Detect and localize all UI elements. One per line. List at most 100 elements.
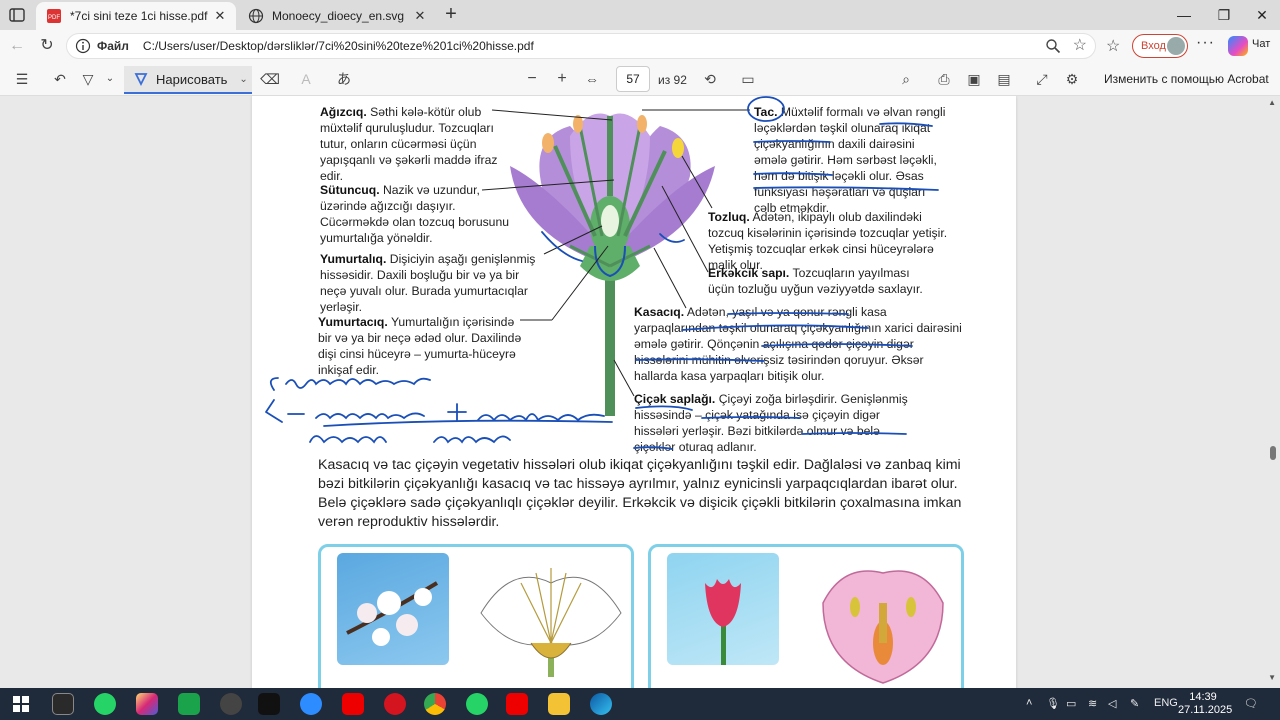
chrome-icon[interactable] [424, 693, 446, 715]
instagram-icon[interactable] [136, 693, 158, 715]
whatsapp-icon-2[interactable] [466, 693, 488, 715]
edge-icon[interactable] [590, 693, 612, 715]
save-icon[interactable]: ▣ [964, 70, 984, 88]
zoom-icon[interactable] [1045, 38, 1061, 54]
tiktok-icon[interactable] [258, 693, 280, 715]
file-scheme-label: Файл [97, 39, 129, 53]
draw-pen-icon [134, 73, 148, 86]
signin-label: Вход [1141, 40, 1166, 52]
tab-strip: PDF *7ci sini teze 1ci hisse.pdf ✕ Monoe… [0, 0, 1280, 30]
language-indicator[interactable]: ENG [1154, 697, 1178, 709]
youtube-icon-2[interactable] [506, 693, 528, 715]
close-tab-icon[interactable]: ✕ [410, 8, 430, 24]
info-icon[interactable] [75, 38, 91, 54]
clock[interactable]: 14:39 27.11.2025 [1178, 691, 1233, 717]
maximize-button[interactable]: ❐ [1204, 2, 1244, 28]
more-menu-icon[interactable]: ··· [1196, 34, 1215, 52]
chevron-down-icon: ⌄ [239, 73, 248, 85]
fit-page-icon[interactable]: ⇔ [582, 70, 602, 88]
read-aloud-icon[interactable]: あ [334, 70, 354, 88]
draw-button[interactable]: Нарисовать ⌄ [124, 66, 252, 94]
illustration-card-cherry [318, 544, 634, 688]
tray-chevron-icon[interactable]: ˄ [1026, 697, 1032, 709]
zoom-out-icon[interactable]: − [522, 70, 542, 88]
draw-label: Нарисовать [156, 71, 228, 87]
search-icon[interactable]: ⌕ [896, 70, 916, 88]
notification-icon[interactable]: 🗨 [1244, 697, 1258, 710]
copilot-icon[interactable] [1228, 36, 1248, 56]
favorites-icon[interactable]: ☆ [1106, 36, 1120, 56]
address-row: ← ↻ Файл C:/Users/user/Desktop/dərsliklə… [0, 30, 1280, 62]
fullscreen-icon[interactable]: ⤢ [1032, 70, 1052, 88]
print-icon[interactable]: ⎙ [934, 70, 954, 88]
illustration-card-tulip [648, 544, 964, 688]
tab-actions-icon[interactable] [8, 6, 26, 24]
eraser-icon[interactable]: ⌫ [260, 70, 280, 88]
youtube-icon[interactable] [342, 693, 364, 715]
new-tab-button[interactable]: + [440, 3, 462, 25]
vertical-scrollbar[interactable]: ▲ ▼ [1268, 96, 1276, 684]
battery-icon[interactable]: ▭ [1066, 697, 1076, 710]
file-explorer-icon[interactable] [548, 693, 570, 715]
tulip-flower-section [822, 570, 944, 684]
contents-icon[interactable]: ☰ [12, 70, 32, 88]
pdf-toolbar: ☰ ↶ ▽ ⌄ Нарисовать ⌄ ⌫ A あ − + ⇔ 57 из 9… [0, 62, 1280, 96]
url-text[interactable]: C:/Users/user/Desktop/dərsliklər/7ci%20s… [143, 39, 534, 53]
text-icon[interactable]: A [296, 70, 316, 88]
favorite-star-icon[interactable]: ☆ [1073, 37, 1087, 55]
minimize-button[interactable]: — [1164, 2, 1204, 28]
whatsapp-icon[interactable] [94, 693, 116, 715]
cherry-flower-section [480, 568, 622, 677]
svg-text:PDF: PDF [48, 15, 60, 21]
taskbar: ˄ 🎙 ▭ ≋ ◁ ✎ ENG 14:39 27.11.2025 🗨 [0, 688, 1280, 720]
pdf-page: Ağızcıq. Səthi kələ-kötür olub müxtəlif … [252, 96, 1016, 688]
reload-button[interactable]: ↻ [36, 35, 58, 57]
tab-pdf[interactable]: PDF *7ci sini teze 1ci hisse.pdf ✕ [36, 2, 236, 30]
page-view-icon[interactable]: ▭ [738, 70, 758, 88]
page-number-input[interactable]: 57 [616, 66, 650, 92]
scrollbar-thumb[interactable] [1270, 446, 1276, 460]
tab-title: *7ci sini teze 1ci hisse.pdf [70, 9, 208, 23]
rotate-icon[interactable]: ⟲ [700, 70, 720, 88]
close-window-button[interactable]: ✕ [1242, 2, 1280, 28]
highlight-icon[interactable]: ▽ [78, 70, 98, 88]
security-icon[interactable] [52, 693, 74, 715]
edit-with-acrobat-button[interactable]: Изменить с помощью Acrobat [1104, 72, 1269, 86]
avatar [1167, 37, 1185, 55]
ink-workspace-icon[interactable]: ✎ [1130, 697, 1139, 710]
volume-icon[interactable]: ◁ [1108, 697, 1116, 710]
back-button[interactable]: ← [6, 35, 28, 57]
clock-date: 27.11.2025 [1178, 704, 1233, 716]
chevron-down-icon[interactable]: ⌄ [100, 70, 120, 88]
opera-icon[interactable] [384, 693, 406, 715]
globe-icon [248, 8, 264, 24]
pdf-file-icon: PDF [47, 9, 61, 23]
scroll-up-icon[interactable]: ▲ [1268, 98, 1276, 107]
signin-button[interactable]: Вход [1132, 34, 1188, 58]
zoom-app-icon[interactable] [300, 693, 322, 715]
wifi-icon[interactable]: ≋ [1088, 697, 1097, 710]
cherry-blossom-photo [337, 553, 449, 665]
tab-title: Monoecy_dioecy_en.svg [272, 9, 405, 23]
ink-annotations [265, 96, 939, 450]
blossom-icon [346, 581, 439, 646]
windows-start-icon[interactable] [10, 693, 32, 715]
tab-svg[interactable]: Monoecy_dioecy_en.svg ✕ [238, 2, 436, 30]
microphone-icon[interactable]: 🎙 [1046, 697, 1060, 710]
gear-icon[interactable]: ⚙ [1062, 70, 1082, 88]
scroll-down-icon[interactable]: ▼ [1268, 673, 1276, 682]
save-as-icon[interactable]: ▤ [994, 70, 1014, 88]
zoom-in-icon[interactable]: + [552, 70, 572, 88]
close-tab-icon[interactable]: ✕ [210, 8, 230, 24]
pdf-viewer[interactable]: Ağızcıq. Səthi kələ-kötür olub müxtəlif … [0, 96, 1280, 688]
main-paragraph: Kasacıq və tac çiçəyin vegetativ hissələ… [318, 457, 962, 530]
chat-label[interactable]: Чат [1252, 38, 1270, 50]
camera-app-icon[interactable] [178, 693, 200, 715]
chrome-profile-icon[interactable] [220, 693, 242, 715]
page-count: из 92 [658, 73, 687, 87]
tulip-photo [667, 553, 779, 665]
tulip-icon [705, 579, 741, 665]
address-bar[interactable]: Файл C:/Users/user/Desktop/dərsliklər/7c… [66, 33, 1096, 59]
undo-icon[interactable]: ↶ [50, 70, 70, 88]
clock-time: 14:39 [1189, 691, 1217, 703]
